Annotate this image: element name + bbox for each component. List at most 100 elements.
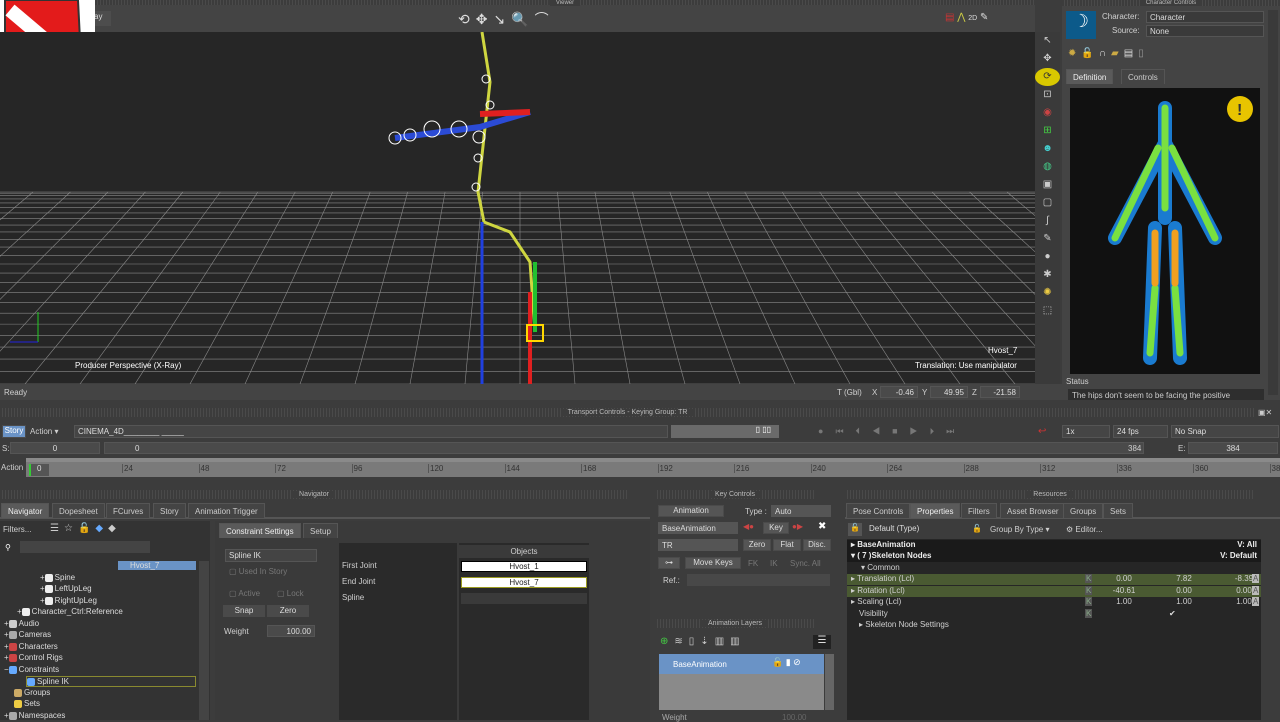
light-icon[interactable]: ✹: [1068, 48, 1081, 59]
stop-icon[interactable]: ■: [892, 426, 909, 436]
visibility-checkbox[interactable]: ✔: [1169, 609, 1176, 618]
record-icon[interactable]: ●: [818, 426, 835, 436]
animate-toggle[interactable]: A: [1252, 574, 1259, 583]
lock-icon[interactable]: 🔓: [848, 523, 862, 536]
property-value-field[interactable]: 1.00: [1095, 597, 1153, 606]
folder-icon[interactable]: ▰: [1111, 48, 1124, 59]
prev-key-icon[interactable]: ⏴: [856, 426, 873, 436]
tab-properties[interactable]: Properties: [910, 503, 960, 518]
tab-navigator[interactable]: Navigator: [1, 503, 49, 518]
tab-constraint-settings[interactable]: Constraint Settings: [219, 523, 301, 538]
z-field[interactable]: -21.58: [980, 386, 1020, 398]
constraint-name-field[interactable]: Spline IK: [225, 549, 317, 562]
sphere-icon[interactable]: ●: [1035, 248, 1060, 266]
character-icon-button[interactable]: ☽: [1066, 11, 1096, 39]
tree-item[interactable]: +Characters: [4, 642, 58, 651]
start-field[interactable]: 0: [10, 442, 100, 454]
zero-button[interactable]: Zero: [743, 539, 771, 551]
key-icon[interactable]: ⊶: [658, 557, 680, 569]
tree-item[interactable]: +Cameras: [4, 630, 51, 639]
object-slot[interactable]: [461, 593, 587, 604]
merge-layer-icon[interactable]: ⇣: [700, 636, 714, 647]
tree-item[interactable]: Groups: [14, 688, 50, 697]
tree-item-selected[interactable]: Spline IK: [26, 676, 196, 687]
pan-icon[interactable]: ✥: [476, 11, 494, 27]
time-slider[interactable]: 0: [104, 442, 1144, 454]
delete-key-icon[interactable]: ✖: [818, 521, 826, 532]
lock-checkbox[interactable]: ▢ Lock: [277, 589, 304, 598]
scale-icon[interactable]: ⊡: [1035, 86, 1060, 104]
2d-icon[interactable]: 2D: [968, 15, 977, 22]
action-dropdown[interactable]: Action ▾: [30, 427, 58, 436]
snap-button[interactable]: Snap: [223, 605, 265, 617]
property-value-field[interactable]: -40.61: [1095, 586, 1153, 595]
common-row[interactable]: ▾ Common: [847, 563, 1261, 574]
prev-key-icon[interactable]: ◀●: [743, 522, 754, 531]
tree-item[interactable]: +Namespaces: [4, 711, 65, 720]
snap-select[interactable]: No Snap: [1171, 425, 1279, 438]
list-icon[interactable]: ☰: [50, 523, 64, 534]
tab-controls[interactable]: Controls: [1121, 69, 1165, 84]
take-select[interactable]: CINEMA_4D________ _____: [74, 425, 668, 438]
3d-viewport[interactable]: Producer Perspective (X-Ray) Hvost_7 Tra…: [0, 32, 1035, 384]
visibility-row[interactable]: VisibilityK✔: [847, 609, 1261, 620]
trash-icon[interactable]: ▯: [1138, 48, 1149, 59]
layer-select[interactable]: BaseAnimation: [658, 522, 738, 534]
type-select[interactable]: Auto: [771, 505, 831, 517]
forward-icon[interactable]: ◆: [108, 523, 121, 534]
timeline-ruler[interactable]: 0 24487296120144168192216240264288312336…: [26, 458, 1280, 477]
tab-asset-browser[interactable]: Asset Browser: [1000, 503, 1066, 518]
transport-close-icon[interactable]: ▣✕: [1258, 408, 1272, 417]
select-icon[interactable]: ↖: [1035, 32, 1060, 50]
animate-toggle[interactable]: A: [1252, 586, 1259, 595]
back-icon[interactable]: ◆: [95, 523, 108, 534]
object-slot[interactable]: Hvost_1: [461, 561, 587, 572]
x-field[interactable]: -0.46: [880, 386, 918, 398]
curve-tool-icon[interactable]: ∫: [1035, 212, 1060, 230]
tree-item[interactable]: +Character_Ctrl:Reference: [17, 607, 123, 616]
translate-icon[interactable]: ✥: [1035, 50, 1060, 68]
disc-button[interactable]: Disc.: [803, 539, 831, 551]
property-value-field[interactable]: 7.82: [1155, 574, 1213, 583]
star-select-icon[interactable]: ☆: [64, 523, 78, 534]
property-row[interactable]: ▸ Translation (Lcl)K0.007.82-8.39A: [847, 574, 1261, 585]
loop-region[interactable]: ▯ ▯▯: [671, 425, 779, 438]
object-slot[interactable]: Hvost_7: [461, 577, 587, 588]
tree-item[interactable]: +Audio: [4, 619, 39, 628]
add-layer-icon[interactable]: ⊕: [660, 636, 674, 647]
roll-icon[interactable]: ⌒: [535, 11, 555, 27]
curve-icon[interactable]: ⋀: [957, 12, 965, 23]
active-checkbox[interactable]: ▢ Active: [229, 589, 260, 598]
keying-group-select[interactable]: TR: [658, 539, 738, 551]
lock-icon[interactable]: 🔓: [972, 524, 982, 533]
next-key-icon[interactable]: ⏵: [930, 426, 947, 436]
ref-field[interactable]: [687, 574, 830, 586]
y-field[interactable]: 49.95: [930, 386, 968, 398]
rotate-icon[interactable]: ⟳: [1035, 68, 1060, 86]
character-select[interactable]: Character: [1146, 11, 1264, 23]
light-icon[interactable]: ✺: [1035, 284, 1060, 302]
go-end-icon[interactable]: ⏭: [946, 426, 966, 436]
editor-button[interactable]: ⚙ Editor...: [1066, 525, 1103, 534]
skeleton-rig[interactable]: [0, 32, 1035, 384]
end-field[interactable]: 384: [1188, 442, 1278, 454]
skeleton-node-settings-row[interactable]: ▸ Skeleton Node Settings: [847, 620, 1261, 631]
tab-groups[interactable]: Groups: [1063, 503, 1103, 518]
property-row[interactable]: ▸ Scaling (Lcl)K1.001.001.00A: [847, 597, 1261, 608]
tab-definition[interactable]: Definition: [1066, 69, 1113, 84]
base-animation-row[interactable]: ▸ BaseAnimationV: All: [847, 540, 1261, 551]
tab-story[interactable]: Story: [153, 503, 186, 518]
tab-fcurves[interactable]: FCurves: [106, 503, 150, 518]
delete-layer-icon[interactable]: ▯: [689, 636, 701, 647]
flat-button[interactable]: Flat: [773, 539, 801, 551]
layer-lock-icon[interactable]: 🔓 ▮ ⊘: [772, 657, 801, 668]
tab-sets[interactable]: Sets: [1103, 503, 1133, 518]
play-back-icon[interactable]: ◀: [872, 426, 892, 436]
current-frame-box[interactable]: 0: [29, 464, 49, 476]
box-icon[interactable]: ▢: [1035, 194, 1060, 212]
tree-item[interactable]: +LeftUpLeg: [40, 584, 92, 593]
layer-scrollbar[interactable]: [825, 654, 834, 710]
skeleton-nodes-row[interactable]: ▾ ( 7 )Skeleton NodesV: Default: [847, 551, 1261, 562]
brush-icon[interactable]: ✎: [1035, 230, 1060, 248]
property-value-field[interactable]: 0.00: [1095, 574, 1153, 583]
